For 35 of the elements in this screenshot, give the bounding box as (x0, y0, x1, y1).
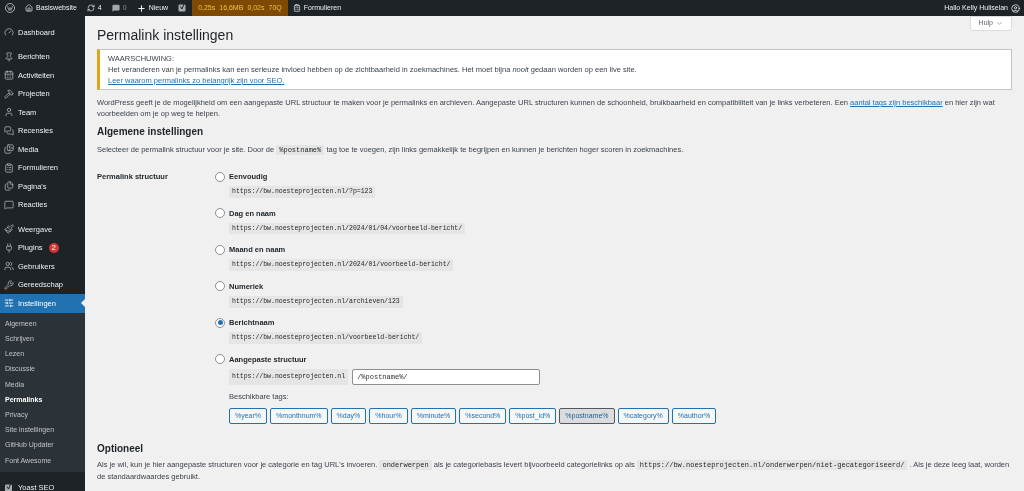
refresh-icon (86, 4, 95, 12)
radio-button[interactable] (215, 171, 225, 182)
y-logo-icon[interactable] (178, 3, 188, 13)
avatar-icon (1011, 3, 1020, 13)
menu-icon (4, 88, 14, 99)
radio-button[interactable] (215, 281, 225, 292)
radio-button[interactable] (215, 244, 225, 255)
menu-icon (4, 144, 14, 155)
menu-icon (4, 51, 14, 62)
page-title: Permalink instellingen (97, 26, 235, 44)
plus-icon (136, 3, 146, 13)
menu-icon (4, 298, 14, 309)
home-icon (25, 4, 33, 12)
menu-icon (4, 107, 14, 118)
menu-icon (4, 125, 14, 136)
current-pointer-icon (81, 299, 85, 307)
radio-button[interactable] (215, 317, 225, 328)
wordpress-logo-icon[interactable] (5, 3, 15, 13)
radio-button[interactable] (215, 354, 225, 365)
comment-icon (111, 4, 120, 12)
form-icon (292, 4, 301, 12)
menu-icon (4, 27, 14, 38)
menu-icon (4, 261, 14, 272)
section-heading: Algemene instellingen (97, 125, 205, 139)
caret-icon (996, 20, 1003, 27)
menu-icon (4, 279, 14, 290)
radio-button[interactable] (215, 208, 225, 219)
menu-icon (4, 181, 14, 192)
count-badge: 2 (48, 242, 60, 253)
menu-icon (4, 70, 14, 81)
menu-icon (4, 224, 14, 235)
menu-icon (4, 162, 14, 173)
menu-icon (4, 199, 14, 210)
section-heading: Optioneel (97, 441, 145, 456)
menu-icon (4, 242, 14, 253)
